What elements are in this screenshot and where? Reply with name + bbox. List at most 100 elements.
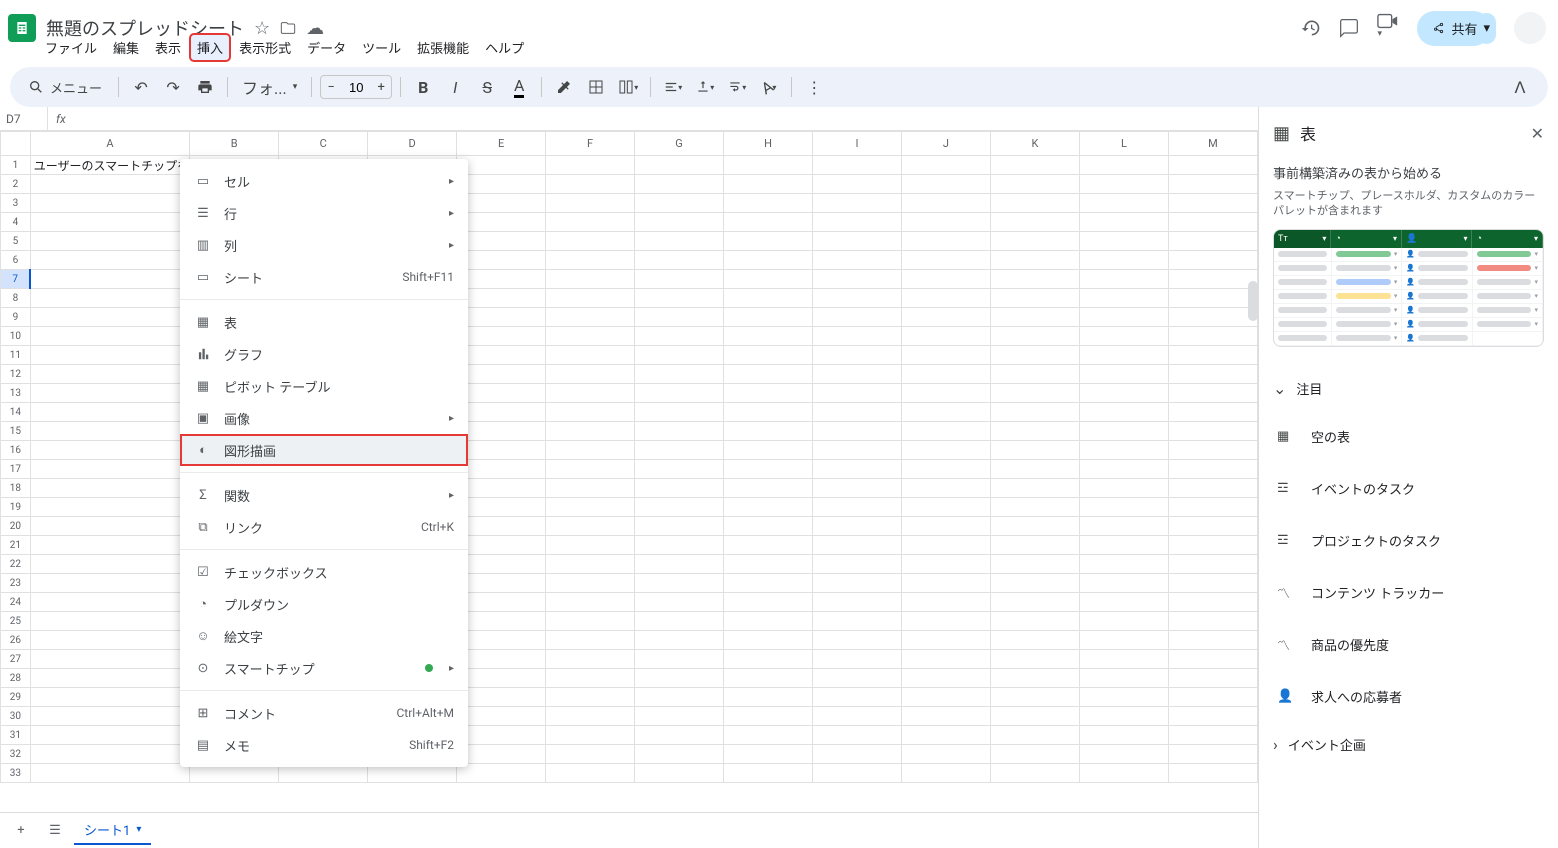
cell[interactable] <box>813 707 902 726</box>
cell[interactable] <box>901 270 990 289</box>
cell[interactable] <box>990 631 1079 650</box>
cell[interactable] <box>457 232 546 251</box>
insert-table[interactable]: ▦表 <box>180 306 468 338</box>
cell[interactable] <box>30 270 189 289</box>
cell[interactable] <box>813 308 902 327</box>
cell[interactable] <box>635 612 724 631</box>
cell[interactable] <box>724 308 813 327</box>
cell[interactable] <box>1168 707 1257 726</box>
col-header[interactable]: H <box>724 132 813 156</box>
cell[interactable] <box>813 517 902 536</box>
cell[interactable] <box>635 403 724 422</box>
cell[interactable] <box>901 289 990 308</box>
cell[interactable] <box>1168 498 1257 517</box>
cell[interactable] <box>813 289 902 308</box>
cell[interactable] <box>724 251 813 270</box>
cell[interactable] <box>635 536 724 555</box>
cell[interactable] <box>457 631 546 650</box>
insert-checkbox[interactable]: ☑チェックボックス <box>180 556 468 588</box>
col-header[interactable]: B <box>190 132 279 156</box>
cell[interactable] <box>457 498 546 517</box>
row-header[interactable]: 11 <box>1 346 31 365</box>
cell[interactable] <box>1079 251 1168 270</box>
cell[interactable] <box>1079 365 1168 384</box>
cell[interactable] <box>901 555 990 574</box>
cell[interactable] <box>813 479 902 498</box>
cell[interactable] <box>457 308 546 327</box>
cell[interactable] <box>546 688 635 707</box>
cell[interactable] <box>724 194 813 213</box>
row-header[interactable]: 4 <box>1 213 31 232</box>
cell[interactable] <box>990 232 1079 251</box>
row-header[interactable]: 16 <box>1 441 31 460</box>
cell[interactable] <box>1168 251 1257 270</box>
cell[interactable] <box>901 365 990 384</box>
cell[interactable] <box>546 365 635 384</box>
row-header[interactable]: 3 <box>1 194 31 213</box>
cell[interactable] <box>457 156 546 175</box>
cell[interactable] <box>546 669 635 688</box>
cell[interactable] <box>813 745 902 764</box>
table-preview[interactable]: Tт▾ ◔▾ 👤▾ ◔▾ ▾👤▾ ▾👤▾ ▾👤▾ ▾👤▾ ▾👤▾ ▾👤▾ ▾👤 <box>1273 229 1544 347</box>
cell[interactable] <box>1168 270 1257 289</box>
cell[interactable] <box>813 194 902 213</box>
cell[interactable] <box>901 574 990 593</box>
cell[interactable] <box>546 745 635 764</box>
cell[interactable]: ユーザーのスマートチップを <box>30 156 189 175</box>
font-size-input[interactable] <box>341 80 371 95</box>
row-header[interactable]: 6 <box>1 251 31 270</box>
cell[interactable] <box>635 574 724 593</box>
cell[interactable] <box>1079 707 1168 726</box>
col-header[interactable]: C <box>279 132 368 156</box>
cell[interactable] <box>813 555 902 574</box>
cell[interactable] <box>30 612 189 631</box>
cell[interactable] <box>990 346 1079 365</box>
cell[interactable] <box>1079 422 1168 441</box>
cell[interactable] <box>1168 213 1257 232</box>
insert-emoji[interactable]: ☺絵文字 <box>180 620 468 652</box>
text-color-button[interactable]: A <box>505 73 533 101</box>
cell[interactable] <box>901 232 990 251</box>
cell[interactable] <box>1079 593 1168 612</box>
col-header[interactable]: M <box>1168 132 1257 156</box>
cell[interactable] <box>990 308 1079 327</box>
cell[interactable] <box>30 574 189 593</box>
cell[interactable] <box>635 289 724 308</box>
cell[interactable] <box>635 194 724 213</box>
cell[interactable] <box>813 270 902 289</box>
cell[interactable] <box>546 384 635 403</box>
cell[interactable] <box>901 707 990 726</box>
cell[interactable] <box>1079 156 1168 175</box>
cell[interactable] <box>546 650 635 669</box>
cell[interactable] <box>990 327 1079 346</box>
cell[interactable] <box>546 555 635 574</box>
cell[interactable] <box>635 593 724 612</box>
cell[interactable] <box>546 612 635 631</box>
valign-button[interactable]: ▾ <box>691 73 719 101</box>
cell[interactable] <box>635 498 724 517</box>
cell[interactable] <box>457 612 546 631</box>
fill-color-button[interactable] <box>550 73 578 101</box>
cell[interactable] <box>457 745 546 764</box>
cell[interactable] <box>813 460 902 479</box>
cell[interactable] <box>457 726 546 745</box>
cell[interactable] <box>813 612 902 631</box>
menu-tools[interactable]: ツール <box>355 34 408 61</box>
cell[interactable] <box>813 327 902 346</box>
merge-button[interactable]: ▾ <box>614 73 642 101</box>
cell[interactable] <box>724 764 813 783</box>
cell[interactable] <box>546 764 635 783</box>
redo-button[interactable]: ↷ <box>159 73 187 101</box>
cell[interactable] <box>1079 441 1168 460</box>
row-header[interactable]: 29 <box>1 688 31 707</box>
row-header[interactable]: 24 <box>1 593 31 612</box>
menu-view[interactable]: 表示 <box>148 34 188 61</box>
opt-job-applicants[interactable]: 👤求人への応募者 <box>1273 671 1544 723</box>
cell[interactable] <box>1168 593 1257 612</box>
cell[interactable] <box>635 365 724 384</box>
cell[interactable] <box>546 707 635 726</box>
cell[interactable] <box>635 175 724 194</box>
col-header[interactable]: A <box>30 132 189 156</box>
cell[interactable] <box>901 403 990 422</box>
cell[interactable] <box>724 270 813 289</box>
